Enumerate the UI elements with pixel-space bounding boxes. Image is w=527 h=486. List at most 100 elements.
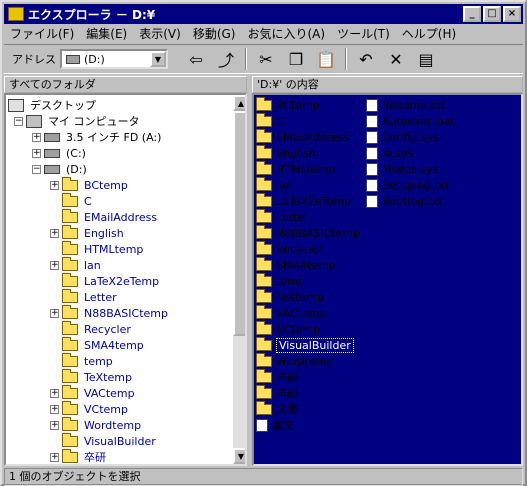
scrollbar-thumb[interactable] xyxy=(233,111,245,336)
tree-item-htmltemp[interactable]: HTMLtemp xyxy=(62,240,143,257)
tree-item-visualbuilder[interactable]: VisualBuilder xyxy=(62,432,156,449)
list-item[interactable]: LaTeX2eTemp xyxy=(256,192,351,209)
menu-file[interactable]: ファイル(F) xyxy=(4,25,80,42)
folder-icon xyxy=(256,368,272,383)
expand-icon[interactable]: + xyxy=(50,309,59,318)
floppy-drive-icon xyxy=(44,132,60,142)
list-item[interactable]: 卒研 xyxy=(256,384,298,401)
collapse-icon[interactable]: − xyxy=(14,117,23,126)
up-folder-button[interactable]: ⤴ xyxy=(212,47,240,71)
tree-scrollbar[interactable]: ▲ ▼ xyxy=(233,95,245,464)
list-item[interactable]: HTMLtemp xyxy=(256,160,335,177)
delete-button[interactable]: ✕ xyxy=(382,47,410,71)
list-item[interactable]: Recycler xyxy=(256,240,323,257)
menu-help[interactable]: ヘルプ(H) xyxy=(396,25,462,42)
list-item[interactable]: 論文 xyxy=(256,417,294,433)
folder-icon xyxy=(256,144,272,159)
tree-item-bctemp[interactable]: BCtemp xyxy=(62,176,128,193)
tree-item-emailaddress[interactable]: EMailAddress xyxy=(62,208,157,225)
expand-icon[interactable]: + xyxy=(32,133,41,142)
tree-item-recycler[interactable]: Recycler xyxy=(62,320,131,337)
tree-item-floppy[interactable]: 3.5 インチ FD (A:) xyxy=(44,129,161,145)
folder-icon xyxy=(256,96,272,111)
tree-item-sotsuken[interactable]: 卒研 xyxy=(62,448,106,464)
expand-icon[interactable]: + xyxy=(50,405,59,414)
maximize-button[interactable]: □ xyxy=(483,6,501,22)
folder-icon xyxy=(256,336,272,351)
address-combo[interactable]: (D:) ▼ xyxy=(60,49,168,69)
list-item[interactable]: Config.sys xyxy=(366,129,439,145)
list-item[interactable]: Io.sys xyxy=(366,145,413,161)
menu-edit[interactable]: 編集(E) xyxy=(80,25,133,42)
tree-item-my-computer[interactable]: マイ コンピュータ xyxy=(26,113,140,129)
tree-item-temp[interactable]: temp xyxy=(62,352,113,369)
paste-button[interactable]: 📋 xyxy=(312,47,340,71)
tree-item-vactemp[interactable]: VACtemp xyxy=(62,384,135,401)
tree-item-letter[interactable]: Letter xyxy=(62,288,117,305)
list-item[interactable]: VACtemp xyxy=(256,304,327,321)
tree-item-textemp[interactable]: TeXtemp xyxy=(62,368,132,385)
copy-button[interactable]: ❐ xyxy=(282,47,310,71)
expand-icon[interactable]: + xyxy=(50,229,59,238)
tree-item-c[interactable]: C xyxy=(62,192,92,209)
folder-icon xyxy=(62,192,78,207)
collapse-icon[interactable]: − xyxy=(32,165,41,174)
list-item[interactable]: TeXtemp xyxy=(256,288,324,305)
scroll-up-icon[interactable]: ▲ xyxy=(233,95,245,111)
expand-icon[interactable]: + xyxy=(32,149,41,158)
list-item[interactable]: Letter xyxy=(256,208,309,225)
list-item[interactable]: Wordtemp xyxy=(256,352,333,369)
tree-item-wordtemp[interactable]: Wordtemp xyxy=(62,416,141,433)
document-icon xyxy=(366,162,378,176)
list-item[interactable]: 文書 xyxy=(256,400,298,417)
undo-button[interactable]: ↶ xyxy=(352,47,380,71)
tree-item-c-drive[interactable]: (C:) xyxy=(44,145,86,161)
list-item[interactable]: Readme.txt xyxy=(366,97,446,113)
title-bar[interactable]: エクスプローラ － D:¥ _ □ × xyxy=(4,4,523,24)
menu-view[interactable]: 表示(V) xyxy=(133,25,187,42)
list-item[interactable]: C xyxy=(256,112,284,129)
list-item[interactable]: Autoexec.bat xyxy=(366,113,455,129)
folder-icon xyxy=(256,224,272,239)
list-item[interactable]: lan xyxy=(256,176,293,193)
list-item[interactable]: EMailAddress xyxy=(256,128,349,145)
expand-icon[interactable]: + xyxy=(50,261,59,270)
expand-icon[interactable]: + xyxy=(50,453,59,462)
list-item-selected[interactable]: VisualBuilder xyxy=(256,336,354,353)
properties-button[interactable]: ▤ xyxy=(412,47,440,71)
folder-icon xyxy=(62,416,78,431)
back-button[interactable]: ⇦ xyxy=(182,47,210,71)
document-icon xyxy=(366,98,378,112)
minimize-button[interactable]: _ xyxy=(463,6,481,22)
tree-item-n88basictemp[interactable]: N88BASICtemp xyxy=(62,304,168,321)
folder-icon xyxy=(256,304,272,319)
expand-icon[interactable]: + xyxy=(50,181,59,190)
menu-tools[interactable]: ツール(T) xyxy=(331,25,396,42)
list-item[interactable]: Bootlog.txt xyxy=(366,193,443,209)
expand-icon[interactable]: + xyxy=(50,389,59,398)
tree-item-vctemp[interactable]: VCtemp xyxy=(62,400,128,417)
list-item[interactable]: Msdos.sys xyxy=(366,161,438,177)
list-item[interactable]: N88BASICtemp xyxy=(256,224,360,241)
list-item[interactable]: temp xyxy=(256,272,305,289)
list-item[interactable]: English xyxy=(256,144,316,161)
tree-item-latex2etemp[interactable]: LaTeX2eTemp xyxy=(62,272,159,289)
list-item[interactable]: BCtemp xyxy=(256,96,320,113)
menu-go[interactable]: 移動(G) xyxy=(187,25,242,42)
cut-button[interactable]: ✂ xyxy=(252,47,280,71)
tree-item-desktop[interactable]: デスクトップ xyxy=(8,97,96,113)
menu-favorites[interactable]: お気に入り(A) xyxy=(241,25,331,42)
tree-item-english[interactable]: English xyxy=(62,224,124,241)
list-item[interactable]: Setuplog.txt xyxy=(366,177,449,193)
tree-item-sma4temp[interactable]: SMA4temp xyxy=(62,336,144,353)
scroll-down-icon[interactable]: ▼ xyxy=(233,448,245,464)
chevron-down-icon[interactable]: ▼ xyxy=(150,51,166,67)
close-button[interactable]: × xyxy=(503,6,521,22)
list-item[interactable]: SMA4temp xyxy=(256,256,336,273)
folder-icon xyxy=(62,208,78,223)
list-item[interactable]: VCtemp xyxy=(256,320,320,337)
tree-item-d-drive[interactable]: (D:) xyxy=(44,161,87,177)
tree-item-lan[interactable]: lan xyxy=(62,256,101,273)
list-item[interactable]: 卒研 xyxy=(256,368,298,385)
expand-icon[interactable]: + xyxy=(50,421,59,430)
